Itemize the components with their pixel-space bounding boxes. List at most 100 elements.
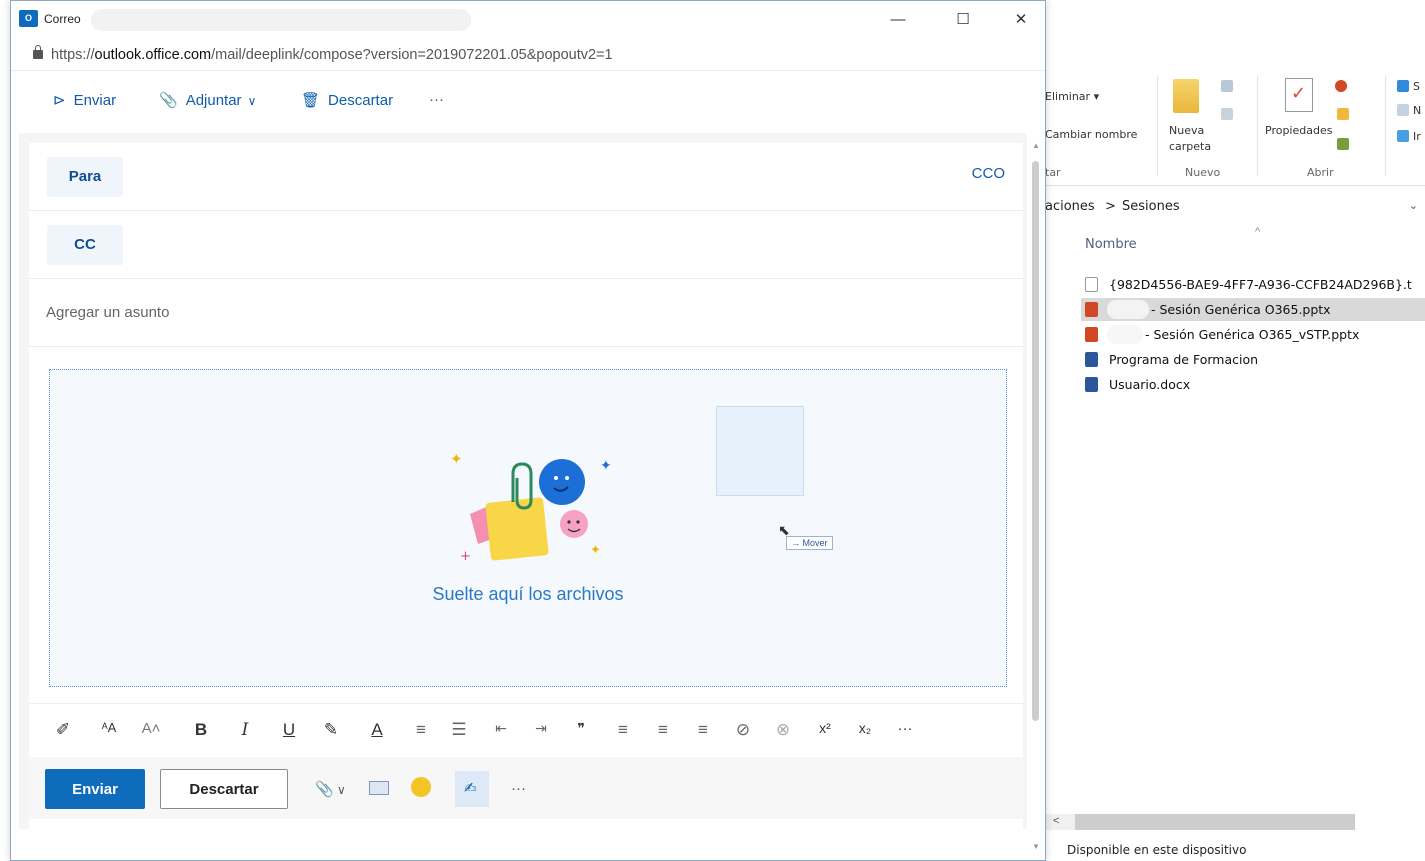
align-right-icon[interactable]: ≡	[691, 720, 715, 740]
file-drop-zone[interactable]: ✦ ✦ + ✦ ⬉ → Mover Suelte aquí los archiv…	[49, 369, 1007, 687]
more-options-button[interactable]: ···	[511, 780, 526, 797]
underline-icon[interactable]: U	[277, 720, 301, 740]
properties-icon[interactable]	[1285, 78, 1313, 112]
more-format-options-button[interactable]: ···	[893, 720, 917, 737]
font-size-icon[interactable]: ᴬA	[97, 720, 121, 735]
file-row[interactable]: - Sesión Genérica O365_vSTP.pptx	[1081, 323, 1425, 346]
minimize-button[interactable]: —	[883, 9, 913, 31]
bullets-icon[interactable]: ≡	[409, 720, 433, 740]
ribbon-separator	[1257, 76, 1258, 176]
file-row[interactable]: Programa de Formacion	[1081, 348, 1425, 371]
quote-icon[interactable]: ❞	[569, 720, 593, 737]
select-all-icon[interactable]	[1397, 80, 1409, 92]
ribbon-delete-button[interactable]: Eliminar ▾	[1045, 90, 1099, 103]
horizontal-scrollbar[interactable]: <	[1045, 814, 1355, 830]
ribbon-select-partial[interactable]: S	[1413, 80, 1420, 93]
attach-command[interactable]: 📎 Adjuntar ∨	[159, 91, 256, 109]
ribbon-group-label: tar	[1045, 166, 1061, 179]
history-icon[interactable]	[1337, 138, 1349, 150]
subscript-icon[interactable]: x₂	[853, 720, 877, 736]
file-name: - Sesión Genérica O365_vSTP.pptx	[1145, 327, 1360, 342]
italic-icon[interactable]: I	[233, 720, 257, 740]
file-name: Usuario.docx	[1109, 377, 1191, 392]
editor-icon: ✍	[464, 780, 477, 797]
address-bar[interactable]: https://outlook.office.com/mail/deeplink…	[11, 39, 1045, 71]
file-explorer-window: Eliminar ▾ Cambiar nombre tar Nueva carp…	[1044, 0, 1425, 861]
scroll-left-icon[interactable]: <	[1053, 815, 1059, 827]
close-button[interactable]: ✕	[1006, 9, 1036, 31]
compose-form: Para CCO CC Agregar un asunto ✦ ✦ + ✦ ⬉ …	[29, 143, 1023, 829]
file-row[interactable]: - Sesión Genérica O365.pptx	[1081, 298, 1425, 321]
align-left-icon[interactable]: ≡	[611, 720, 635, 740]
breadcrumb-item[interactable]: aciones	[1045, 199, 1095, 214]
ribbon-none-partial[interactable]: N	[1413, 104, 1421, 117]
ribbon-group-open-label: Abrir	[1307, 166, 1334, 179]
discard-command[interactable]: 🗑 Descartar	[301, 91, 393, 109]
align-center-icon[interactable]: ≡	[651, 720, 675, 740]
file-icon	[1085, 277, 1098, 292]
font-color-icon[interactable]: A	[365, 720, 389, 740]
scroll-down-icon[interactable]: ▼	[1032, 842, 1040, 851]
numbering-icon[interactable]: ☰	[447, 720, 471, 740]
to-button[interactable]: Para	[47, 157, 123, 197]
subject-row[interactable]: Agregar un asunto	[29, 279, 1023, 347]
ribbon-group-new-label: Nuevo	[1185, 166, 1221, 179]
invert-selection-icon[interactable]	[1397, 130, 1409, 142]
chevron-down-icon[interactable]: ∨	[248, 94, 257, 108]
scroll-up-icon[interactable]: ▲	[1032, 141, 1040, 150]
decrease-indent-icon[interactable]: ⇤	[489, 720, 513, 737]
paperclip-icon[interactable]: 📎	[315, 780, 334, 798]
svg-text:✦: ✦	[590, 543, 601, 558]
editor-button[interactable]: ✍	[455, 771, 489, 807]
format-toolbar: ✐ ᴬA A˄ B I U ✎ A ≡ ☰ ⇤ ⇥ ❞ ≡ ≡ ≡ ⊘ ⊗ x²…	[29, 703, 1023, 757]
file-row[interactable]: Usuario.docx	[1081, 373, 1425, 396]
highlight-icon[interactable]: ✎	[319, 720, 343, 740]
grow-font-icon[interactable]: A˄	[139, 720, 163, 737]
drop-files-label: Suelte aquí los archivos	[432, 584, 624, 604]
cc-row[interactable]: CC	[29, 211, 1023, 279]
url-text[interactable]: https://outlook.office.com/mail/deeplink…	[51, 47, 613, 63]
bold-icon[interactable]: B	[189, 720, 213, 740]
insert-picture-icon[interactable]	[369, 781, 389, 795]
scrollbar-thumb[interactable]	[1032, 161, 1039, 721]
word-file-icon	[1085, 352, 1098, 367]
chevron-down-icon[interactable]: ⌄	[1409, 199, 1418, 212]
send-button[interactable]: Enviar	[45, 769, 145, 809]
select-none-icon[interactable]	[1397, 104, 1409, 116]
word-file-icon	[1085, 377, 1098, 392]
column-header-name[interactable]: Nombre	[1085, 237, 1137, 252]
outlook-compose-window: O Correo — ☐ ✕ https://outlook.office.co…	[10, 0, 1046, 861]
remove-link-icon[interactable]: ⊗	[771, 720, 795, 740]
chevron-down-icon[interactable]: ∨	[337, 783, 346, 797]
format-painter-icon[interactable]: ✐	[51, 720, 75, 740]
breadcrumb[interactable]: aciones > Sesiones ⌄	[1045, 193, 1425, 221]
ribbon-properties-button[interactable]: Propiedades	[1265, 124, 1332, 137]
link-icon[interactable]: ⊘	[731, 720, 755, 740]
file-row[interactable]: {982D4556-BAE9-4FF7-A936-CCFB24AD296B}.t	[1081, 273, 1425, 296]
ribbon-rename-button[interactable]: Cambiar nombre	[1045, 128, 1137, 141]
title-bar[interactable]: O Correo — ☐ ✕	[11, 1, 1045, 39]
scrollbar-thumb[interactable]	[1075, 814, 1355, 830]
status-bar: Disponible en este dispositivo	[1045, 836, 1425, 861]
breadcrumb-item[interactable]: Sesiones	[1122, 199, 1180, 214]
new-item-icon[interactable]	[1221, 80, 1233, 92]
vertical-scrollbar[interactable]: ▲ ▼	[1029, 141, 1043, 851]
new-folder-icon[interactable]	[1173, 79, 1199, 113]
powerpoint-icon[interactable]	[1335, 80, 1347, 92]
bcc-button[interactable]: CCO	[972, 165, 1005, 182]
emoji-icon[interactable]	[411, 777, 431, 797]
ribbon-invert-partial[interactable]: Ir	[1413, 130, 1421, 143]
more-commands-button[interactable]: ···	[429, 91, 444, 108]
maximize-button[interactable]: ☐	[948, 9, 978, 31]
send-command[interactable]: ⊳ Enviar	[53, 91, 116, 109]
increase-indent-icon[interactable]: ⇥	[529, 720, 553, 737]
ribbon-new-folder-button[interactable]: Nueva carpeta	[1169, 123, 1229, 155]
trash-icon: 🗑	[301, 92, 321, 109]
subject-input[interactable]: Agregar un asunto	[46, 304, 169, 321]
discard-button[interactable]: Descartar	[160, 769, 288, 809]
easy-access-icon[interactable]	[1221, 108, 1233, 120]
to-row[interactable]: Para CCO	[29, 143, 1023, 211]
edit-icon[interactable]	[1337, 108, 1349, 120]
cc-button[interactable]: CC	[47, 225, 123, 265]
superscript-icon[interactable]: x²	[813, 720, 837, 736]
